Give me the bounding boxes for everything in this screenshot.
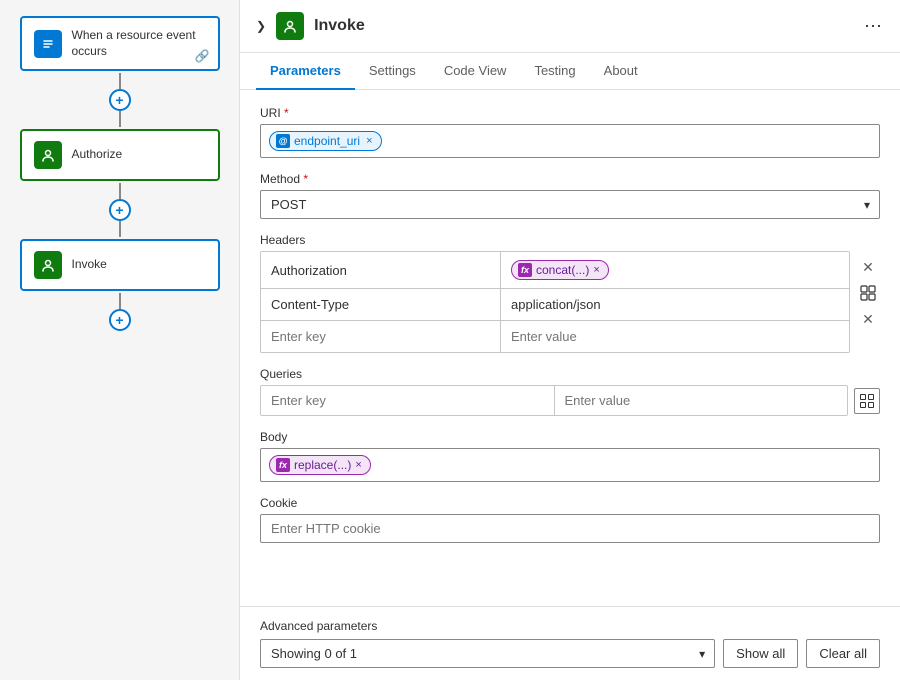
authorize-node[interactable]: Authorize [20, 129, 220, 181]
header-row-empty [261, 321, 849, 352]
token-label: endpoint_uri [294, 134, 360, 148]
connector-line [119, 293, 121, 309]
func-close-icon[interactable]: × [593, 264, 599, 276]
tab-settings[interactable]: Settings [355, 53, 430, 90]
authorize-label: Authorize [72, 147, 123, 163]
clear-all-button[interactable]: Clear all [806, 639, 880, 668]
tab-codeview[interactable]: Code View [430, 53, 521, 90]
method-label: Method * [260, 172, 880, 186]
panel-icon [276, 12, 304, 40]
token-close-icon[interactable]: × [366, 135, 372, 147]
invoke-icon [34, 251, 62, 279]
connector-line [119, 111, 121, 127]
contenttype-value: application/json [511, 297, 601, 312]
panel-title: Invoke [314, 17, 854, 35]
connector-line [119, 183, 121, 199]
uri-group: URI * @ endpoint_uri × [260, 106, 880, 158]
advanced-select[interactable]: Showing 0 of 1 [260, 639, 715, 668]
header-key-empty[interactable] [261, 321, 501, 352]
invoke-node[interactable]: Invoke [20, 239, 220, 291]
header-value-contenttype: application/json [501, 289, 849, 320]
trigger-icon [34, 30, 62, 58]
connector-1: + [109, 73, 131, 127]
connector-2: + [109, 183, 131, 237]
query-key-input[interactable] [261, 386, 555, 415]
header-value-authorization[interactable]: fx concat(...) × [501, 252, 849, 288]
header-key-authorization: Authorization [261, 252, 501, 288]
advanced-select-wrapper: Showing 0 of 1 [260, 639, 715, 668]
trigger-label: When a resource event occurs [72, 28, 206, 59]
cookie-input[interactable] [260, 514, 880, 543]
header-row-contenttype: Content-Type application/json [261, 289, 849, 321]
replace-func-icon: fx [276, 458, 290, 472]
add-button-2[interactable]: + [109, 199, 131, 221]
cookie-label: Cookie [260, 496, 880, 510]
method-select[interactable]: POST GET PUT DELETE PATCH [260, 190, 880, 219]
func-icon: fx [518, 263, 532, 277]
trigger-node[interactable]: When a resource event occurs 🔗 [20, 16, 220, 71]
endpoint-uri-token[interactable]: @ endpoint_uri × [269, 131, 382, 151]
uri-token-container[interactable]: @ endpoint_uri × [260, 124, 880, 158]
more-options-icon[interactable]: ⋯ [864, 16, 884, 37]
queries-label: Queries [260, 367, 880, 381]
cookie-group: Cookie [260, 496, 880, 543]
add-button-3[interactable]: + [109, 309, 131, 331]
form-content: URI * @ endpoint_uri × Method * POST GET… [240, 90, 900, 606]
headers-group: Headers Authorization fx concat(...) × [260, 233, 880, 353]
replace-func-close-icon[interactable]: × [355, 459, 361, 471]
invoke-label: Invoke [72, 257, 107, 273]
link-icon: 🔗 [195, 49, 210, 63]
workflow-panel: When a resource event occurs 🔗 + Authori… [0, 0, 240, 680]
concat-func-token[interactable]: fx concat(...) × [511, 260, 609, 280]
detail-panel: ❯ Invoke ⋯ Parameters Settings Code View… [240, 0, 900, 680]
panel-footer: Advanced parameters Showing 0 of 1 Show … [240, 606, 900, 680]
panel-header: ❯ Invoke ⋯ [240, 0, 900, 53]
tab-about[interactable]: About [590, 53, 652, 90]
headers-label: Headers [260, 233, 880, 247]
token-icon: @ [276, 134, 290, 148]
add-button-1[interactable]: + [109, 89, 131, 111]
add-row-icon-button[interactable] [856, 281, 880, 305]
collapse-icon[interactable]: ❯ [256, 19, 266, 33]
queries-group: Queries [260, 367, 880, 416]
delete-authorization-row-button[interactable]: ✕ [856, 255, 880, 279]
connector-line [119, 221, 121, 237]
header-value-empty[interactable] [501, 321, 849, 352]
header-key-contenttype: Content-Type [261, 289, 501, 320]
body-label: Body [260, 430, 880, 444]
body-group: Body fx replace(...) × [260, 430, 880, 482]
delete-contenttype-row-button[interactable]: ✕ [856, 307, 880, 331]
advanced-parameters-label: Advanced parameters [260, 619, 880, 633]
header-row-authorization: Authorization fx concat(...) × [261, 252, 849, 289]
show-all-button[interactable]: Show all [723, 639, 798, 668]
func-label: concat(...) [536, 263, 589, 277]
uri-label: URI * [260, 106, 880, 120]
queries-add-icon-button[interactable] [854, 388, 880, 414]
replace-func-label: replace(...) [294, 458, 351, 472]
connector-line [119, 73, 121, 89]
replace-func-token[interactable]: fx replace(...) × [269, 455, 371, 475]
method-group: Method * POST GET PUT DELETE PATCH [260, 172, 880, 219]
header-value-input[interactable] [511, 329, 839, 344]
headers-table: Authorization fx concat(...) × Content-T… [260, 251, 850, 353]
advanced-row: Showing 0 of 1 Show all Clear all [260, 639, 880, 668]
tab-bar: Parameters Settings Code View Testing Ab… [240, 53, 900, 90]
header-key-input[interactable] [271, 329, 490, 344]
method-select-wrapper: POST GET PUT DELETE PATCH [260, 190, 880, 219]
tab-parameters[interactable]: Parameters [256, 53, 355, 90]
connector-3: + [109, 293, 131, 331]
authorize-icon [34, 141, 62, 169]
query-value-input[interactable] [555, 386, 848, 415]
tab-testing[interactable]: Testing [520, 53, 589, 90]
queries-container [260, 385, 880, 416]
body-token-container[interactable]: fx replace(...) × [260, 448, 880, 482]
queries-row [260, 385, 848, 416]
